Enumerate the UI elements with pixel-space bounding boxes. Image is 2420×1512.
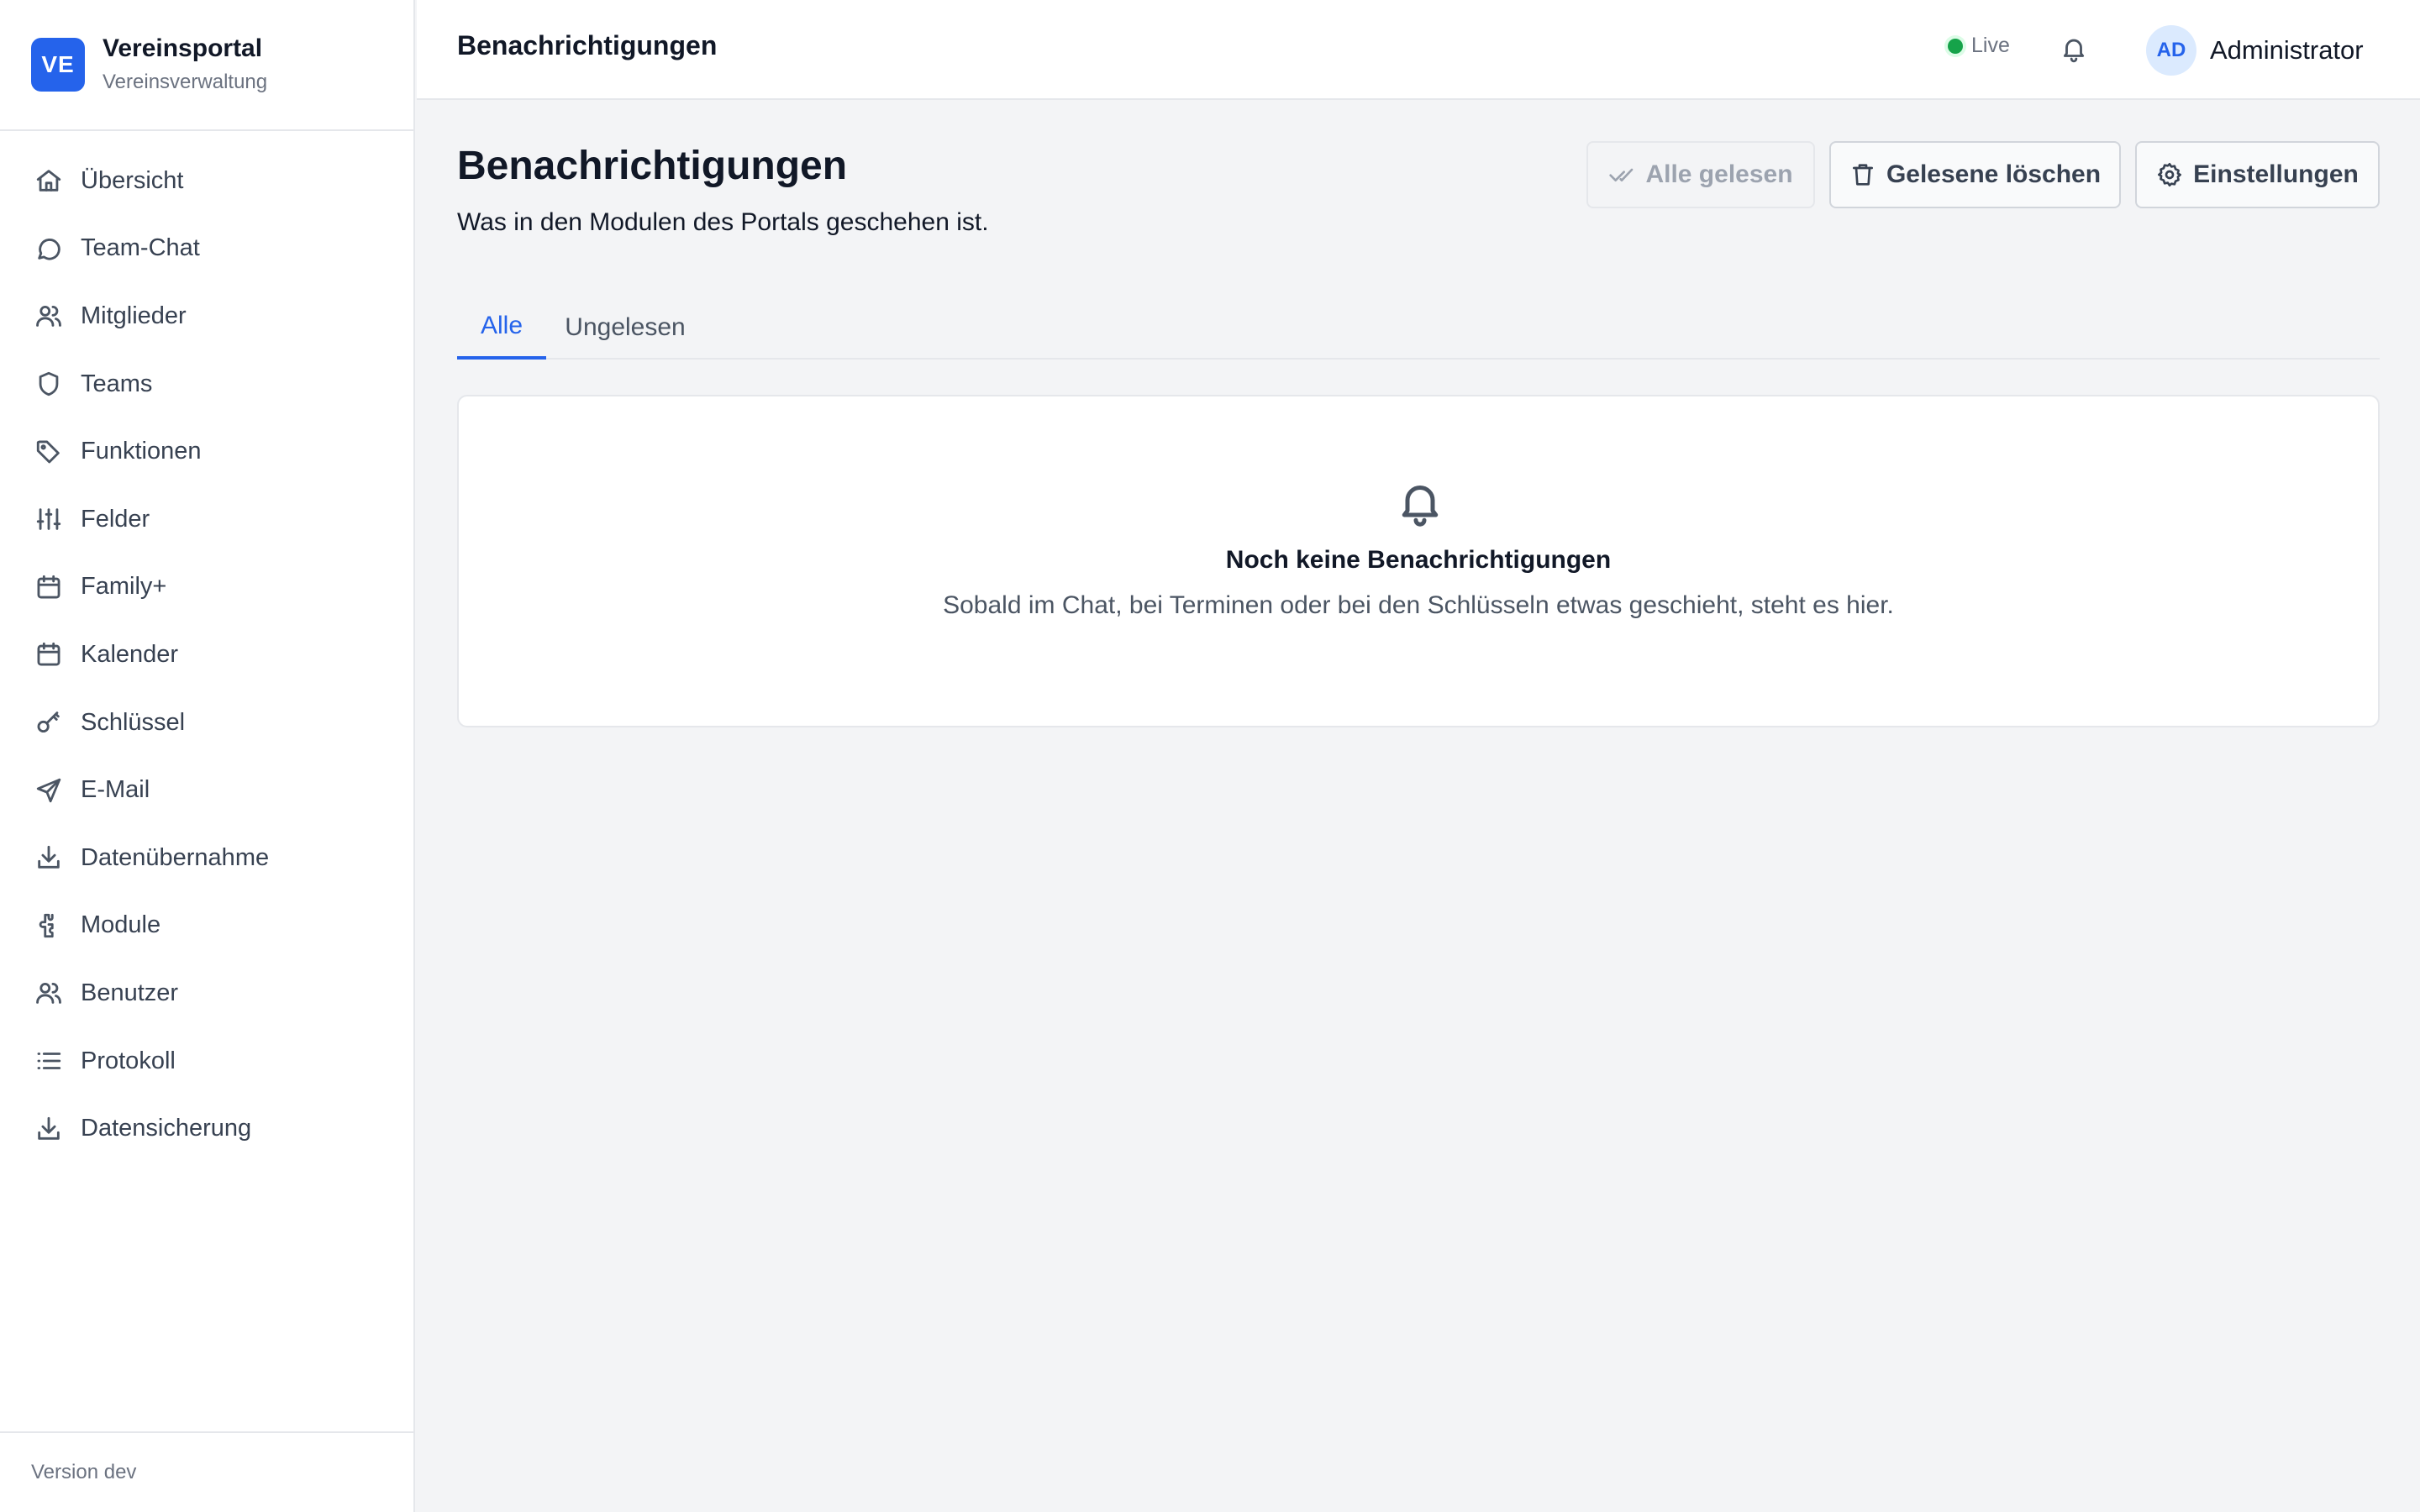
puzzle-icon: [34, 911, 64, 941]
settings-label: Einstellungen: [2193, 160, 2359, 188]
sidebar-item-mitglieder[interactable]: Mitglieder: [0, 282, 413, 350]
settings-button[interactable]: Einstellungen: [2135, 141, 2380, 208]
mark-all-read-label: Alle gelesen: [1645, 160, 1793, 188]
tab-ungelesen[interactable]: Ungelesen: [562, 296, 688, 360]
send-icon: [34, 775, 64, 806]
download-icon: [34, 843, 64, 873]
sidebar-item-datensicherung[interactable]: Datensicherung: [0, 1095, 413, 1163]
sidebar-nav: Übersicht Team-Chat Mitglieder Teams Fun…: [0, 131, 413, 1163]
sidebar-item-label: Felder: [81, 505, 150, 533]
sidebar-item-label: Mitglieder: [81, 302, 187, 329]
sidebar-item-kalender[interactable]: Kalender: [0, 621, 413, 689]
empty-state-card: Noch keine Benachrichtigungen Sobald im …: [457, 395, 2380, 727]
topbar-title: Benachrichtigungen: [457, 30, 718, 60]
sidebar-item-schluessel[interactable]: Schlüssel: [0, 689, 413, 757]
sidebar-item-datenuebernahme[interactable]: Datenübernahme: [0, 824, 413, 892]
sidebar-item-funktionen[interactable]: Funktionen: [0, 417, 413, 486]
home-icon: [34, 165, 64, 196]
users-icon: [34, 978, 64, 1008]
brand-name: Vereinsportal: [103, 34, 263, 62]
sidebar-item-protokoll[interactable]: Protokoll: [0, 1027, 413, 1095]
sidebar-item-label: Datensicherung: [81, 1115, 252, 1142]
sidebar-item-team-chat[interactable]: Team-Chat: [0, 215, 413, 283]
sidebar-item-label: Teams: [81, 370, 153, 397]
bell-icon: [1395, 477, 1445, 528]
topbar: Benachrichtigungen Live AD Administrator: [417, 0, 2420, 100]
live-label: Live: [1971, 34, 2010, 57]
chat-bubble-icon: [34, 234, 64, 264]
brand-logo: VE: [31, 38, 85, 92]
avatar: AD: [2146, 25, 2196, 76]
version-label: Version dev: [0, 1431, 413, 1512]
sidebar-item-family-plus[interactable]: Family+: [0, 554, 413, 622]
calendar-icon: [34, 639, 64, 669]
delete-read-button[interactable]: Gelesene löschen: [1829, 141, 2121, 208]
sidebar-item-label: Kalender: [81, 640, 179, 668]
sidebar-item-label: Team-Chat: [81, 234, 200, 262]
user-menu[interactable]: AD Administrator: [2146, 25, 2364, 76]
sidebar-item-label: Benutzer: [81, 979, 179, 1006]
sidebar-item-felder[interactable]: Felder: [0, 486, 413, 554]
sidebar-item-label: Datenübernahme: [81, 843, 270, 871]
gear-icon: [2158, 163, 2182, 186]
sidebar-item-label: Übersicht: [81, 166, 184, 194]
sidebar-item-label: Module: [81, 911, 161, 939]
empty-state-title: Noch keine Benachrichtigungen: [1225, 546, 1612, 574]
empty-state-text: Sobald im Chat, bei Terminen oder bei de…: [943, 591, 1894, 619]
download-icon: [34, 1114, 64, 1144]
brand-header[interactable]: VE Vereinsportal Vereinsverwaltung: [0, 0, 413, 131]
sidebar-item-teams[interactable]: Teams: [0, 350, 413, 418]
sidebar-item-module[interactable]: Module: [0, 892, 413, 960]
live-status: Live: [1948, 34, 2010, 58]
notification-tabs: Alle Ungelesen: [457, 296, 2380, 360]
sliders-icon: [34, 504, 64, 534]
shield-icon: [34, 369, 64, 399]
sidebar-item-e-mail[interactable]: E-Mail: [0, 756, 413, 824]
tab-alle[interactable]: Alle: [457, 296, 546, 360]
calendar-icon: [34, 572, 64, 602]
double-check-icon: [1609, 168, 1634, 181]
page-subtitle: Was in den Modulen des Portals geschehen…: [457, 208, 989, 236]
sidebar-item-label: Protokoll: [81, 1047, 176, 1074]
delete-read-label: Gelesene löschen: [1886, 160, 2102, 188]
sidebar-item-label: Funktionen: [81, 438, 202, 465]
trash-icon: [1852, 164, 1873, 186]
sidebar-item-benutzer[interactable]: Benutzer: [0, 959, 413, 1027]
live-dot-icon: [1948, 38, 1963, 54]
user-name: Administrator: [2210, 35, 2364, 65]
page-title: Benachrichtigungen: [457, 144, 848, 188]
key-icon: [34, 707, 64, 738]
sidebar-item-label: Family+: [81, 573, 167, 601]
sidebar-item-label: E-Mail: [81, 776, 150, 804]
sidebar: VE Vereinsportal Vereinsverwaltung Übers…: [0, 0, 415, 1512]
notifications-button[interactable]: [2055, 30, 2092, 67]
brand-subtitle: Vereinsverwaltung: [103, 71, 268, 93]
list-icon: [34, 1046, 64, 1076]
sidebar-item-label: Schlüssel: [81, 708, 186, 736]
mark-all-read-button[interactable]: Alle gelesen: [1586, 141, 1815, 208]
brand-text: Vereinsportal Vereinsverwaltung: [103, 33, 267, 97]
users-icon: [34, 301, 64, 331]
sidebar-item-uebersicht[interactable]: Übersicht: [0, 147, 413, 215]
bell-icon: [2063, 39, 2085, 63]
tag-icon: [34, 437, 64, 467]
